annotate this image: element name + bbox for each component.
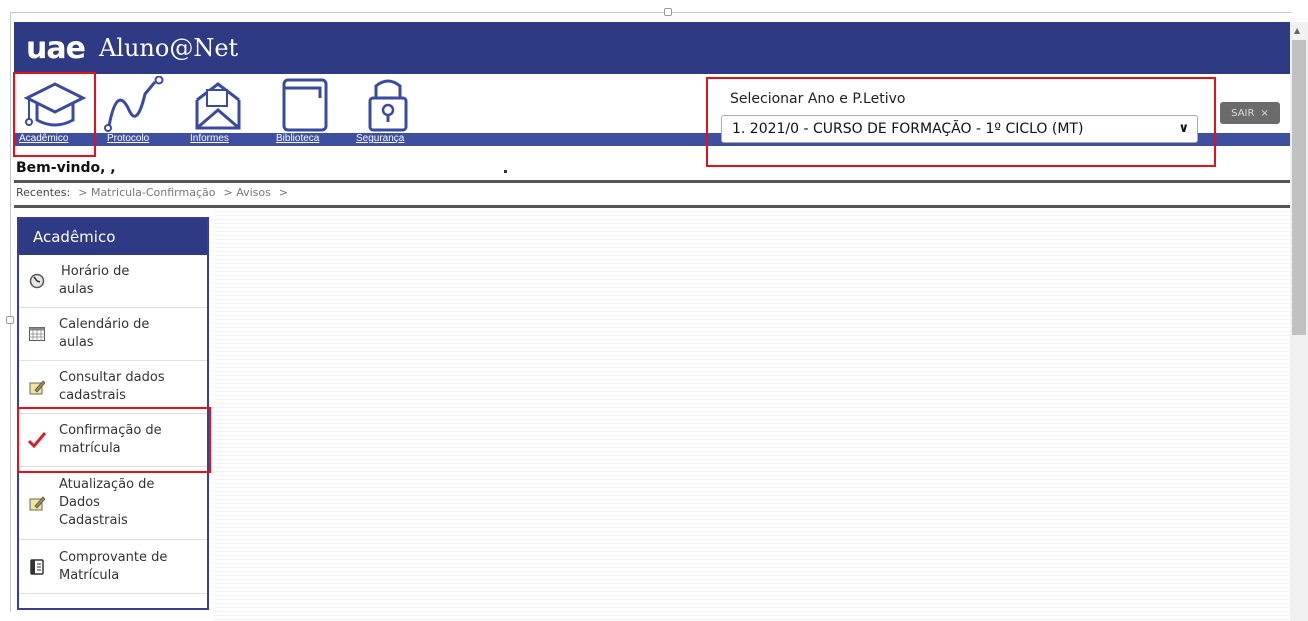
frame-top-edge xyxy=(10,12,1292,13)
period-select[interactable]: 1. 2021/0 - CURSO DE FORMAÇÃO - 1º CICLO… xyxy=(721,115,1198,143)
sidebar-item-label: Comprovante de Matrícula xyxy=(59,549,168,583)
sidebar-item-label: Calendário de aulas xyxy=(59,317,150,350)
logout-button[interactable]: SAIR × xyxy=(1220,102,1280,124)
sidebar-item-label: Consultar dados cadastrais xyxy=(59,370,165,403)
sidebar-title: Acadêmico xyxy=(19,219,207,255)
resize-handle-top[interactable] xyxy=(664,8,672,16)
sidebar-item-atualizacao[interactable]: Atualização de Dados Cadastrais xyxy=(19,467,207,540)
calendar-icon xyxy=(27,324,47,344)
close-icon: × xyxy=(1260,107,1269,119)
scroll-up-icon[interactable]: ▲ xyxy=(1294,26,1300,35)
highlight-confirmacao xyxy=(17,407,211,473)
period-select-value: 1. 2021/0 - CURSO DE FORMAÇÃO - 1º CICLO… xyxy=(732,121,1084,137)
tool-biblioteca[interactable]: Biblioteca xyxy=(270,76,342,146)
scrollbar-thumb[interactable] xyxy=(1292,40,1306,335)
app-title: Aluno@Net xyxy=(98,34,239,62)
clock-icon xyxy=(27,271,47,291)
tool-protocolo[interactable]: Protocolo xyxy=(102,76,168,146)
tool-label-biblioteca: Biblioteca xyxy=(276,133,320,144)
sidebar-item-label: Horário de aulas xyxy=(59,264,130,297)
sidebar-item-comprovante[interactable]: Comprovante de Matrícula xyxy=(19,540,207,594)
logout-label: SAIR xyxy=(1231,107,1255,119)
book-icon xyxy=(282,78,328,132)
tool-informes[interactable]: Informes xyxy=(182,76,256,146)
welcome-text: Bem-vindo, , xyxy=(16,160,116,176)
highlight-academico xyxy=(13,72,96,157)
recent-label: Recentes: xyxy=(16,186,71,199)
recent-link-avisos[interactable]: > Avisos xyxy=(223,186,270,199)
app-logo: uae Aluno@Net xyxy=(26,22,238,74)
recent-link-matricula[interactable]: > Matricula-Confirmação xyxy=(78,186,215,199)
edit-note-icon xyxy=(27,377,47,397)
line-graph-icon xyxy=(104,76,164,132)
main-content xyxy=(214,208,1290,621)
tool-seguranca[interactable]: Segurança xyxy=(352,76,424,146)
envelope-icon xyxy=(195,82,241,130)
recent-breadcrumb: Recentes: > Matricula-Confirmação > Avis… xyxy=(16,186,288,199)
period-selector-label: Selecionar Ano e P.Letivo xyxy=(730,91,906,107)
sidebar-item-label: Atualização de Dados Cadastrais xyxy=(59,477,155,528)
sidebar-item-calendario[interactable]: Calendário de aulas xyxy=(19,308,207,361)
recent-separator: > xyxy=(278,186,289,199)
welcome-dot xyxy=(504,170,507,173)
browser-frame: uae Aluno@Net Acadêmico Protocolo Inform… xyxy=(0,0,1308,621)
chevron-down-icon: ∨ xyxy=(1178,121,1189,136)
tool-label-protocolo: Protocolo xyxy=(107,133,150,144)
sidebar-item-horario[interactable]: Horário de aulas xyxy=(19,255,207,308)
divider xyxy=(14,180,1290,183)
edit-note-icon xyxy=(27,493,47,513)
frame-left-edge xyxy=(10,12,11,612)
document-icon xyxy=(27,557,47,577)
vertical-scrollbar[interactable]: ▲ xyxy=(1290,22,1308,621)
resize-handle-left[interactable] xyxy=(6,316,14,324)
logo-mark: uae xyxy=(26,30,86,66)
tool-label-seguranca: Segurança xyxy=(356,133,405,144)
tool-label-informes: Informes xyxy=(190,133,229,144)
padlock-icon xyxy=(368,79,408,132)
